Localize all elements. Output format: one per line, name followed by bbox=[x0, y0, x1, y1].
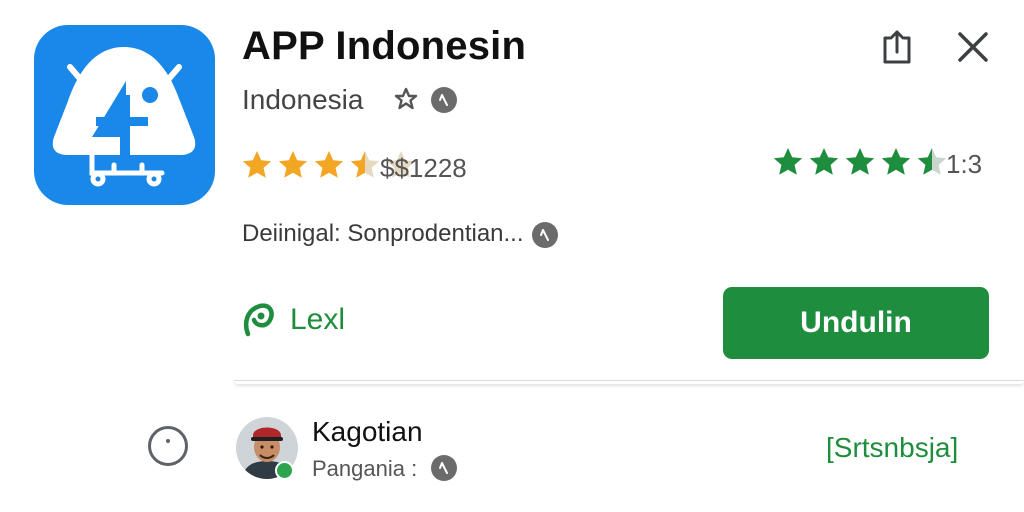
radio-icon[interactable] bbox=[148, 426, 188, 466]
close-button[interactable] bbox=[952, 26, 994, 68]
app-icon bbox=[34, 25, 215, 205]
left-star-1 bbox=[242, 151, 272, 178]
verified-star-icon bbox=[394, 87, 418, 110]
subscribe-link[interactable]: [Srtsnbsja] bbox=[826, 432, 958, 464]
info-icon bbox=[540, 229, 549, 241]
right-star-4 bbox=[881, 148, 911, 175]
rating-stars-right bbox=[772, 146, 948, 178]
app-title: APP Indonesin bbox=[242, 24, 527, 68]
right-star-5 bbox=[917, 148, 947, 175]
link-leaf-icon bbox=[243, 303, 274, 337]
info-icon bbox=[439, 94, 448, 106]
link-label: Lexl bbox=[290, 303, 346, 336]
rating-score: 1:3 bbox=[946, 149, 983, 179]
install-button[interactable]: Undulin bbox=[723, 287, 989, 359]
developer-name[interactable]: Indonesia bbox=[242, 84, 363, 116]
right-star-2 bbox=[809, 148, 839, 175]
right-star-1 bbox=[773, 148, 803, 175]
share-icon bbox=[883, 30, 911, 64]
right-star-3 bbox=[845, 148, 875, 175]
reviewer-info-badge[interactable] bbox=[431, 455, 457, 481]
link-button[interactable]: Lexl bbox=[240, 300, 345, 340]
card-divider bbox=[234, 380, 1024, 384]
app-price: $$1228 bbox=[380, 153, 467, 183]
reviewer-subtitle: Pangania : bbox=[312, 456, 418, 481]
app-logo-icon bbox=[34, 25, 215, 205]
left-star-4 bbox=[350, 151, 380, 178]
share-button[interactable] bbox=[876, 26, 918, 68]
reviewer-name: Kagotian bbox=[312, 416, 423, 447]
left-star-3 bbox=[314, 151, 344, 178]
close-icon bbox=[958, 32, 988, 62]
developer-info-badge[interactable] bbox=[431, 87, 457, 113]
app-description: Deiinigal: Sonprodentian... bbox=[242, 220, 524, 247]
description-info-badge[interactable] bbox=[532, 222, 558, 248]
online-status-badge bbox=[275, 461, 294, 480]
info-icon bbox=[439, 462, 448, 474]
left-star-2 bbox=[278, 151, 308, 178]
